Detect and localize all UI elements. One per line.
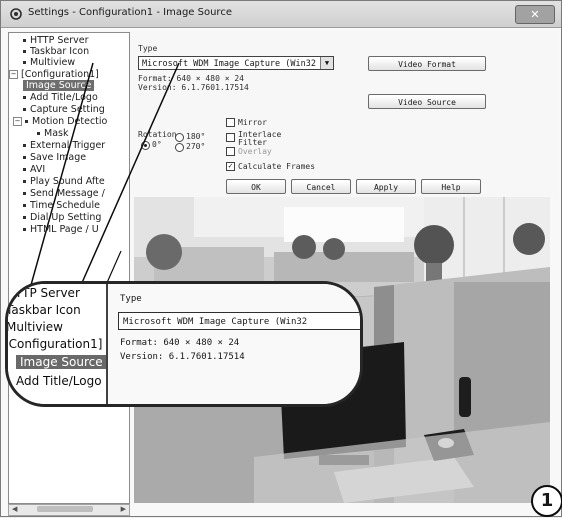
callout-item-configuration1: [Configuration1] bbox=[5, 337, 103, 351]
callout-item-add-title-logo: Add Title/Logo bbox=[16, 374, 102, 388]
callout-item-taskbar-icon: Taskbar Icon bbox=[6, 303, 81, 317]
callout-type-label: Type bbox=[120, 294, 142, 304]
callout-device-select: Microsoft WDM Image Capture (Win32 bbox=[118, 312, 360, 330]
callout-lines bbox=[30, 62, 180, 286]
callout-item-multiview: Multiview bbox=[6, 320, 63, 334]
callout-tree-list: HTTP Server Taskbar Icon Multiview [Conf… bbox=[5, 284, 107, 404]
settings-window: Settings - Configuration1 - Image Source… bbox=[0, 0, 562, 517]
callout-format-text: Format: 640 × 480 × 24 bbox=[120, 338, 240, 348]
callout-item-image-source: Image Source bbox=[16, 355, 107, 369]
step-number-badge: 1 bbox=[531, 485, 562, 517]
callout-item-http-server: HTTP Server bbox=[6, 286, 80, 300]
magnified-callout: HTTP Server Taskbar Icon Multiview [Conf… bbox=[5, 281, 363, 407]
callout-version-text: Version: 6.1.7601.17514 bbox=[120, 352, 245, 362]
callout-panel: Type Microsoft WDM Image Capture (Win32 … bbox=[106, 284, 360, 404]
